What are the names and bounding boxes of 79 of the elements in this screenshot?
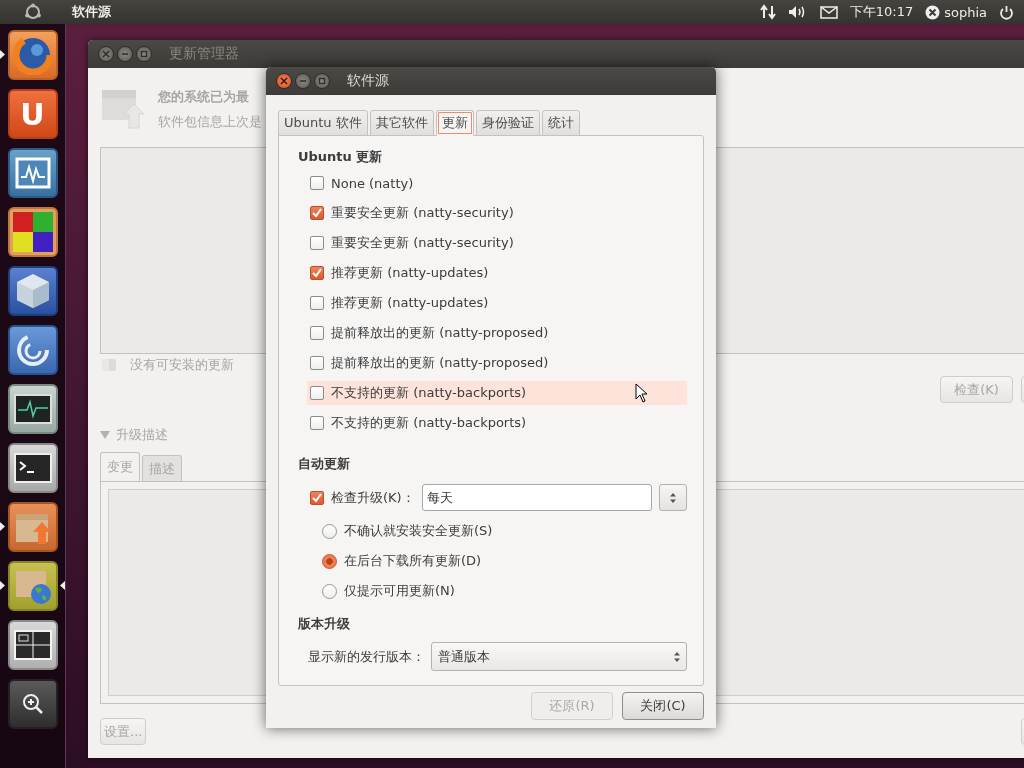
radio-button[interactable] bbox=[322, 523, 337, 539]
close-icon bbox=[102, 50, 110, 58]
app-title: 软件源 bbox=[72, 3, 111, 21]
window-title: 更新管理器 bbox=[169, 45, 239, 63]
no-updates-label: 没有可安装的更新 bbox=[130, 356, 234, 374]
close-button[interactable] bbox=[276, 73, 292, 89]
checkbox[interactable] bbox=[310, 490, 324, 505]
close-button[interactable] bbox=[98, 46, 114, 62]
radio-button[interactable] bbox=[322, 583, 337, 599]
browser-icon bbox=[12, 35, 53, 75]
user-name[interactable]: sophia bbox=[944, 4, 987, 20]
checkbox[interactable] bbox=[310, 356, 324, 370]
status-x-icon[interactable] bbox=[925, 4, 941, 20]
option-label[interactable]: 不支持的更新 (natty-backports) bbox=[331, 384, 527, 402]
status-detail: 软件包信息上次是 bbox=[158, 113, 262, 131]
close-icon bbox=[280, 77, 288, 85]
maximize-button[interactable] bbox=[314, 73, 330, 89]
mouse-pointer-icon bbox=[635, 383, 648, 403]
tab[interactable]: Ubuntu 软件 bbox=[278, 110, 368, 136]
ubuntu-logo-icon[interactable] bbox=[24, 3, 42, 21]
up-down-arrows-icon bbox=[670, 492, 676, 503]
cube-icon bbox=[14, 272, 51, 310]
option-label[interactable]: 重要安全更新 (natty-security) bbox=[331, 204, 514, 222]
interval-field[interactable]: 每天 bbox=[421, 484, 652, 511]
spin-button[interactable] bbox=[659, 484, 687, 511]
window-title: 软件源 bbox=[347, 72, 389, 90]
hovered-row[interactable]: 不支持的更新 (natty-backports) bbox=[307, 381, 687, 405]
tab[interactable]: 更新 bbox=[435, 110, 474, 136]
checkbox[interactable] bbox=[310, 296, 324, 310]
maximize-button[interactable] bbox=[136, 46, 152, 62]
release-dropdown[interactable]: 普通版本 bbox=[431, 642, 687, 671]
tab[interactable]: 统计 bbox=[541, 110, 580, 136]
up-down-arrows-icon bbox=[674, 651, 680, 662]
minimize-icon bbox=[121, 50, 129, 58]
zoom-icon bbox=[20, 692, 45, 716]
minimize-icon bbox=[299, 77, 307, 85]
option-label[interactable]: 提前释放出的更新 (natty-proposed) bbox=[331, 354, 549, 372]
option-label[interactable]: 重要安全更新 (natty-security) bbox=[331, 234, 514, 252]
letter-icon: U bbox=[20, 96, 45, 132]
radio-label[interactable]: 在后台下载所有更新(D) bbox=[344, 552, 482, 570]
radio-label[interactable]: 仅提示可用更新(N) bbox=[344, 582, 455, 600]
network-arrows-icon[interactable] bbox=[759, 4, 776, 20]
tab[interactable]: 身份验证 bbox=[475, 110, 540, 136]
checkbox[interactable] bbox=[310, 266, 324, 280]
checkbox[interactable] bbox=[310, 416, 324, 430]
terminal-icon bbox=[13, 453, 52, 483]
checkbox[interactable] bbox=[310, 326, 324, 340]
status-title: 您的系统已为最 bbox=[158, 88, 250, 106]
section-title: Ubuntu 更新 bbox=[298, 148, 384, 166]
option-label[interactable]: 推荐更新 (natty-updates) bbox=[331, 264, 489, 282]
tab[interactable]: 其它软件 bbox=[369, 110, 434, 136]
maximize-icon bbox=[140, 50, 148, 58]
expander-arrow-icon[interactable] bbox=[100, 430, 110, 440]
checkbox[interactable] bbox=[310, 236, 324, 250]
clock[interactable]: 下午10:17 bbox=[849, 3, 914, 21]
workspaces-icon bbox=[13, 630, 52, 660]
section-title: 自动更新 bbox=[298, 455, 351, 473]
activity-monitor-icon bbox=[13, 394, 52, 424]
minimize-button[interactable] bbox=[295, 73, 311, 89]
power-icon[interactable] bbox=[999, 4, 1014, 20]
swirl-icon bbox=[14, 332, 51, 368]
option-label[interactable]: 不支持的更新 (natty-backports) bbox=[331, 414, 527, 432]
option-label[interactable]: 推荐更新 (natty-updates) bbox=[331, 294, 489, 312]
checkbox[interactable] bbox=[310, 206, 324, 220]
checkbox[interactable] bbox=[310, 386, 324, 400]
option-label[interactable]: None (natty) bbox=[331, 175, 414, 191]
maximize-icon bbox=[318, 77, 326, 85]
option-label[interactable]: 提前释放出的更新 (natty-proposed) bbox=[331, 324, 549, 342]
radio-label[interactable]: 不确认就安装安全更新(S) bbox=[344, 522, 493, 540]
radio-button[interactable] bbox=[322, 553, 337, 569]
minimize-button[interactable] bbox=[117, 46, 133, 62]
dialog-button[interactable]: 关闭(C) bbox=[622, 692, 704, 720]
checkbox[interactable] bbox=[310, 176, 324, 190]
monitor-icon bbox=[14, 157, 51, 189]
field-label: 显示新的发行版本： bbox=[308, 647, 425, 666]
cubes-icon bbox=[11, 211, 54, 253]
option-label[interactable]: 检查升级(K)： bbox=[331, 488, 415, 507]
section-title: 版本升级 bbox=[298, 615, 351, 633]
mail-icon[interactable] bbox=[819, 5, 838, 19]
